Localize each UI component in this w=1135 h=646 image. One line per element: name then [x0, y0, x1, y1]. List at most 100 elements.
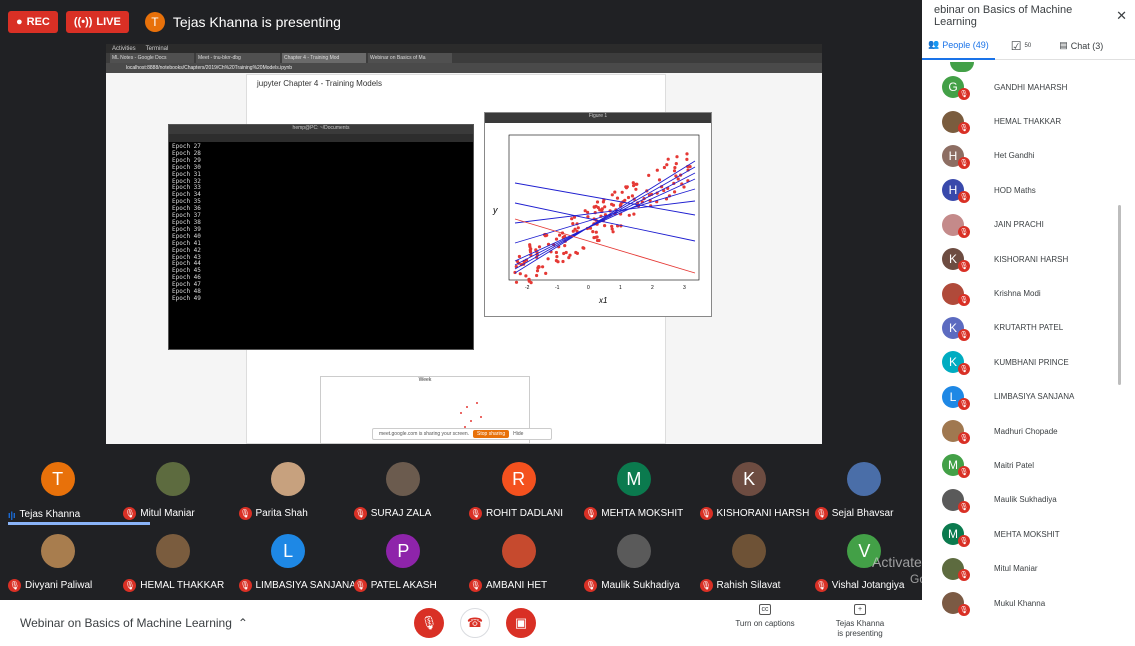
terminal-line: Epoch 35 — [172, 198, 201, 206]
people-list-item[interactable]: H 🎙 Het Gandhi — [922, 139, 1122, 173]
x-tick-label: 1 — [619, 285, 622, 291]
person-name: Maitri Patel — [994, 460, 1035, 470]
mic-muted-icon: 🎙 — [958, 191, 970, 204]
participant-tile[interactable]: R 🎙 ROHIT DADLANI — [461, 458, 576, 528]
meeting-details-button[interactable]: Webinar on Basics of Machine Learning ⌃ — [20, 616, 248, 630]
participant-tile[interactable]: P 🎙 PATEL AKASH — [346, 530, 461, 600]
participant-tile[interactable]: 🎙 HEMAL THAKKAR — [115, 530, 230, 600]
hide-button[interactable]: Hide — [513, 431, 523, 437]
people-list-item[interactable]: 🎙 Mitul Maniar — [922, 551, 1122, 585]
participant-name-tag: 🎙 Divyani Paliwal — [8, 579, 92, 592]
people-list-item[interactable]: K 🎙 KISHORANI HARSH — [922, 242, 1122, 276]
people-list-item[interactable]: L 🎙 LIMBASIYA SANJANA — [922, 380, 1122, 414]
participant-tile[interactable]: 🎙 Maulik Sukhadiya — [576, 530, 691, 600]
stop-sharing-button[interactable]: Stop sharing — [473, 430, 510, 438]
participant-tile[interactable]: K 🎙 KISHORANI HARSH — [692, 458, 809, 528]
terminal-tabs — [169, 134, 473, 142]
participant-name: PATEL AKASH — [370, 580, 437, 591]
participant-row-1: Tı|ı Tejas Khanna 🎙 Mitul Maniar 🎙 Parita Sha… — [0, 458, 922, 528]
people-list-item[interactable]: 🎙 HEMAL THAKKAR — [922, 104, 1122, 138]
close-icon[interactable]: ✕ — [1116, 8, 1127, 24]
browser-tab: Webinar on Basics of Ma — [368, 53, 452, 63]
x-tick-label: 3 — [683, 285, 686, 291]
terminal-line: Epoch 37 — [172, 212, 201, 220]
participant-tile[interactable]: L 🎙 LIMBASIYA SANJANA — [231, 530, 356, 600]
tab-tasks[interactable]: ☑ 50 — [1005, 32, 1037, 60]
hang-up-icon: ☎ — [466, 615, 484, 630]
tab-chat[interactable]: ▤ Chat (3) — [1053, 32, 1109, 60]
person-name: GANDHI MAHARSH — [994, 82, 1068, 92]
terminal-line: Epoch 40 — [172, 232, 201, 240]
terminal-line: Epoch 38 — [172, 218, 201, 226]
mic-muted-icon: 🎙 — [958, 328, 970, 341]
people-scrollbar[interactable] — [1118, 205, 1121, 385]
captions-button[interactable]: cc Turn on captions — [730, 604, 800, 629]
presenting-label-1: Tejas Khanna — [835, 619, 885, 628]
participant-tile[interactable]: M 🎙 MEHTA MOKSHIT — [576, 458, 691, 528]
figure-title: Figure 1 — [485, 113, 711, 123]
tab-people[interactable]: 👥 People (49) — [922, 32, 995, 60]
jupyter-title: jupyter Chapter 4 - Training Models — [257, 79, 382, 88]
camera-button[interactable]: ▣ — [506, 608, 536, 638]
participant-name-tag: 🎙 LIMBASIYA SANJANA — [238, 579, 356, 592]
terminal-line: Epoch 31 — [172, 170, 201, 178]
mic-muted-icon: 🎙 — [238, 579, 252, 592]
people-list-item[interactable]: K 🎙 KUMBHANI PRINCE — [922, 345, 1122, 379]
mic-muted-icon: 🎙 — [353, 507, 367, 520]
people-list-item[interactable]: M 🎙 MEHTA MOKSHIT — [922, 517, 1122, 551]
terminal-window: hemp@PC: ~/Documents Epoch 27 Epoch 28 Epo… — [168, 124, 474, 350]
mic-muted-icon: 🎙 — [123, 507, 137, 520]
participant-name-tag: ı|ı Tejas Khanna — [8, 509, 80, 520]
terminal-line: Epoch 29 — [172, 156, 201, 164]
participant-tile[interactable]: 🎙 Sejal Bhavsar — [807, 458, 922, 528]
people-list-item[interactable]: M 🎙 Maitri Patel — [922, 448, 1122, 482]
terminal-line: Epoch 33 — [172, 184, 201, 192]
terminal-label: Terminal — [145, 45, 169, 52]
matplotlib-figure: Figure 1 y x1 -2 -1 0 1 2 3 — [484, 112, 712, 317]
participant-tile[interactable]: 🎙 Divyani Paliwal — [0, 530, 115, 600]
leave-call-button[interactable]: ☎ — [460, 608, 490, 638]
participant-name: Vishal Jotangiya — [831, 580, 905, 591]
participant-tile[interactable]: 🎙 SURAJ ZALA — [346, 458, 461, 528]
participant-tile[interactable]: 🎙 Mitul Maniar — [115, 458, 230, 528]
people-list-item[interactable]: 🎙 Krishna Modi — [922, 276, 1122, 310]
terminal-line: Epoch 44 — [172, 260, 201, 268]
microphone-button[interactable]: 🎙 — [414, 608, 444, 638]
participant-name: ROHIT DADLANI — [486, 508, 564, 519]
panel-tabs: 👥 People (49) ☑ 50 ▤ Chat (3) — [922, 32, 1135, 60]
person-name: MEHTA MOKSHIT — [994, 529, 1060, 539]
participant-tile[interactable]: 🎙 AMBANI HET — [461, 530, 576, 600]
tab-people-label: People (49) — [942, 39, 989, 50]
participant-name: Mitul Maniar — [140, 508, 195, 519]
side-panel: ebinar on Basics of Machine Learning ✕ 👥… — [922, 0, 1135, 646]
people-list-item[interactable]: K 🎙 KRUTARTH PATEL — [922, 311, 1122, 345]
people-list-item[interactable]: 🎙 Mukul Khanna — [922, 586, 1122, 620]
people-list-item[interactable]: 🎙 Maulik Sukhadiya — [922, 483, 1122, 517]
people-icon: 👥 — [928, 39, 940, 49]
mic-muted-icon: 🎙 — [814, 579, 828, 592]
participant-avatar: P — [386, 534, 421, 568]
people-list-item[interactable]: 🎙 Madhuri Chopade — [922, 414, 1122, 448]
presenting-button[interactable]: + Tejas Khanna is presenting — [828, 604, 892, 639]
mic-muted-icon: 🎙 — [958, 363, 970, 376]
terminal-line: Epoch 30 — [172, 163, 201, 171]
terminal-line: Epoch 27 — [172, 143, 201, 150]
participant-tile[interactable]: Tı|ı Tejas Khanna — [0, 458, 150, 528]
people-list: G 🎙 GANDHI MAHARSH 🎙 HEMAL THAKKAR H 🎙 Het Gand… — [922, 70, 1122, 620]
plot-ylabel: y — [492, 205, 498, 215]
browser-tab: Meet - tnu-bkrr-dbg — [196, 53, 280, 63]
participant-name-tag: 🎙 AMBANI HET — [469, 579, 547, 592]
participant-tile[interactable]: 🎙 Rahish Silavat — [692, 530, 807, 600]
participant-tile[interactable]: V 🎙 Vishal Jotangiya — [807, 530, 922, 600]
people-list-item[interactable]: 🎙 JAIN PRACHI — [922, 208, 1122, 242]
person-name: Het Gandhi — [994, 151, 1035, 161]
terminal-line: Epoch 28 — [172, 149, 201, 157]
panel-header: ebinar on Basics of Machine Learning ✕ — [922, 0, 1135, 32]
person-name: Mitul Maniar — [994, 564, 1038, 574]
x-tick-label: -1 — [555, 285, 560, 291]
mic-off-icon: 🎙 — [420, 615, 438, 630]
people-list-item[interactable]: H 🎙 HOD Maths — [922, 173, 1122, 207]
present-screen-icon: + — [854, 604, 866, 615]
people-list-item[interactable]: G 🎙 GANDHI MAHARSH — [922, 70, 1122, 104]
participant-tile[interactable]: 🎙 Parita Shah — [231, 458, 346, 528]
